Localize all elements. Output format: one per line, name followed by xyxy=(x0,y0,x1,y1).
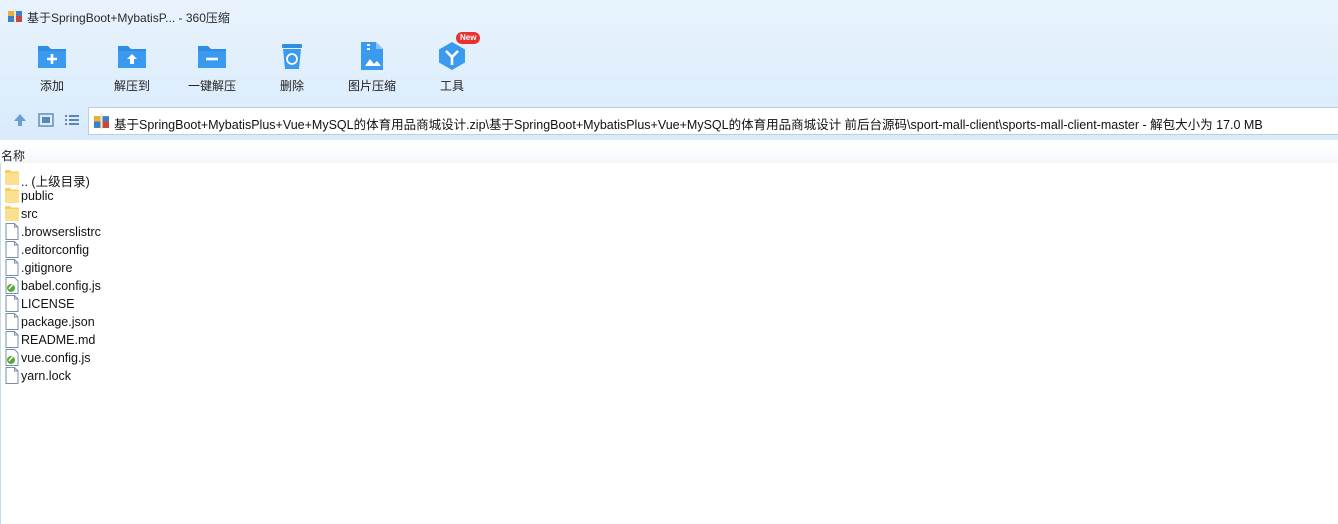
add-folder-icon xyxy=(38,46,66,68)
one-click-extract-label: 一键解压 xyxy=(187,79,236,93)
file-icon xyxy=(5,367,19,384)
image-compress-button[interactable]: 图片压缩 xyxy=(332,36,412,98)
add-label: 添加 xyxy=(39,79,64,93)
list-item[interactable]: public xyxy=(0,187,600,205)
folder-icon xyxy=(5,170,19,185)
list-item[interactable]: package.json xyxy=(0,313,600,331)
address-bar[interactable]: 基于SpringBoot+MybatisPlus+Vue+MySQL的体育用品商… xyxy=(88,107,1338,135)
list-item[interactable]: vue.config.js xyxy=(0,349,600,367)
list-item[interactable]: .gitignore xyxy=(0,259,600,277)
add-button[interactable]: 添加 xyxy=(12,36,92,98)
new-badge: New xyxy=(456,32,481,44)
column-header: 名称 xyxy=(0,143,1338,163)
tools-label: 工具 xyxy=(439,79,464,93)
tools-button[interactable]: 工具 xyxy=(412,36,492,98)
tools-icon xyxy=(439,42,465,70)
file-name: .browserslistrc xyxy=(21,225,101,239)
script-file-icon xyxy=(5,349,19,366)
delete-label: 删除 xyxy=(279,79,304,93)
script-file-icon xyxy=(5,277,19,294)
file-name: yarn.lock xyxy=(21,369,72,383)
one-click-extract-button[interactable]: 一键解压 xyxy=(172,36,252,98)
file-name: README.md xyxy=(21,333,96,347)
extract-to-label: 解压到 xyxy=(113,79,150,93)
list-item[interactable]: babel.config.js xyxy=(0,277,600,295)
file-name: .editorconfig xyxy=(21,243,90,257)
list-item[interactable]: yarn.lock xyxy=(0,367,600,385)
list-view-icon[interactable] xyxy=(64,112,80,128)
file-icon xyxy=(5,295,19,312)
file-icon xyxy=(5,223,19,240)
file-icon xyxy=(5,313,19,330)
list-item[interactable]: LICENSE xyxy=(0,295,600,313)
image-compress-icon xyxy=(361,42,383,70)
file-list: .. (上级目录) public src .browserslistrc .editor… xyxy=(0,169,600,385)
thumbnail-view-icon[interactable] xyxy=(38,112,54,128)
toolbar: 添加 解压到 一键解压 删除 图片压缩 工具 New xyxy=(0,32,1338,100)
file-name: LICENSE xyxy=(21,297,75,311)
one-click-extract-icon xyxy=(198,46,226,68)
file-icon xyxy=(5,241,19,258)
file-name: babel.config.js xyxy=(21,279,101,293)
file-icon xyxy=(5,331,19,348)
list-item[interactable]: README.md xyxy=(0,331,600,349)
window-title: 基于SpringBoot+MybatisP... - 360压缩 xyxy=(27,11,230,25)
archive-icon xyxy=(94,114,109,129)
app-logo-icon xyxy=(8,9,22,23)
file-name: src xyxy=(21,207,38,221)
trash-icon xyxy=(282,44,302,69)
file-icon xyxy=(5,259,19,276)
folder-icon xyxy=(5,188,19,203)
list-item[interactable]: src xyxy=(0,205,600,223)
column-name-header[interactable]: 名称 xyxy=(1,147,25,164)
list-item[interactable]: .editorconfig xyxy=(0,241,600,259)
image-compress-label: 图片压缩 xyxy=(347,79,396,93)
title-bar: 基于SpringBoot+MybatisP... - 360压缩 xyxy=(0,0,1338,32)
up-arrow-icon[interactable] xyxy=(12,112,28,128)
extract-to-icon xyxy=(118,46,146,68)
navigation-row: 基于SpringBoot+MybatisPlus+Vue+MySQL的体育用品商… xyxy=(0,104,1338,138)
delete-button[interactable]: 删除 xyxy=(252,36,332,98)
file-name: vue.config.js xyxy=(21,351,91,365)
folder-icon xyxy=(5,206,19,221)
file-name: package.json xyxy=(21,315,95,329)
list-item[interactable]: .browserslistrc xyxy=(0,223,600,241)
file-name: .gitignore xyxy=(21,261,73,275)
file-name: public xyxy=(21,189,54,203)
extract-to-button[interactable]: 解压到 xyxy=(92,36,172,98)
address-path: 基于SpringBoot+MybatisPlus+Vue+MySQL的体育用品商… xyxy=(114,118,1263,132)
list-item[interactable]: .. (上级目录) xyxy=(0,169,600,189)
